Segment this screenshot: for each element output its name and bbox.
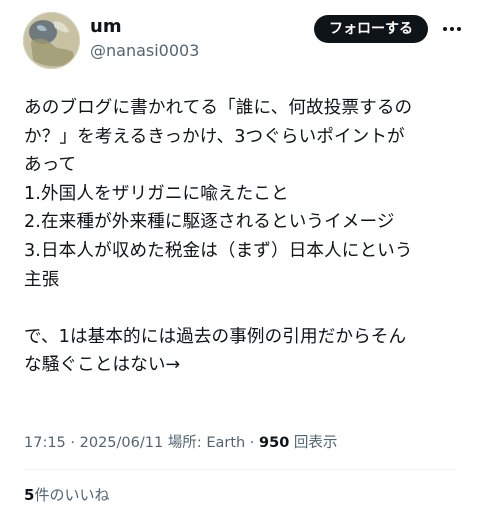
meta-separator: · xyxy=(245,435,260,451)
tweet-line: で、1は基本的には過去の事例の引用だからそん xyxy=(24,326,407,347)
tweet-header: um @nanasi0003 フォローする xyxy=(0,0,480,80)
views-label: 回表示 xyxy=(293,435,338,451)
more-horizontal-icon xyxy=(443,27,461,31)
likes-label: 件のいいね xyxy=(34,486,110,504)
tweet-line xyxy=(24,294,464,323)
location-value: Earth xyxy=(206,435,246,451)
tweet-time[interactable]: 17:15 xyxy=(24,435,66,451)
tweet-line: あのブログに書かれてる「誰に、何故投票するの xyxy=(24,98,413,118)
user-handle[interactable]: @nanasi0003 xyxy=(90,41,199,61)
display-name[interactable]: um xyxy=(90,16,122,38)
likes-link[interactable]: 5件のいいね xyxy=(24,485,109,505)
tweet-date[interactable]: 2025/06/11 xyxy=(80,435,164,451)
tweet-line: 1.外国人をザリガニに喩えたこと xyxy=(24,183,289,204)
globe-avatar-icon xyxy=(23,12,80,69)
tweet-line: 2.在来種が外来種に駆逐されるというイメージ xyxy=(24,212,395,233)
tweet-line: な騒ぐことはない→ xyxy=(24,355,181,376)
meta-separator: · xyxy=(65,435,80,451)
divider xyxy=(24,469,456,470)
tweet-line: 主張 xyxy=(24,269,60,290)
location-label: 場所: xyxy=(167,435,207,451)
tweet-line: あって xyxy=(24,155,77,176)
tweet-meta: 17:15 · 2025/06/11 場所: Earth · 950 回表示 xyxy=(24,433,337,453)
tweet-line: か？」を考えるきっかけ、3つぐらいポイントが xyxy=(24,126,405,147)
tweet-text: あのブログに書かれてる「誰に、何故投票するの か？」を考えるきっかけ、3つぐらい… xyxy=(24,94,464,380)
tweet-line: 3.日本人が収めた税金は（まず）日本人にという xyxy=(24,240,413,261)
views-count: 950 xyxy=(259,435,290,451)
follow-button[interactable]: フォローする xyxy=(314,15,428,43)
avatar[interactable] xyxy=(23,12,80,69)
more-options-button[interactable] xyxy=(440,18,464,40)
likes-count: 5 xyxy=(24,486,35,504)
